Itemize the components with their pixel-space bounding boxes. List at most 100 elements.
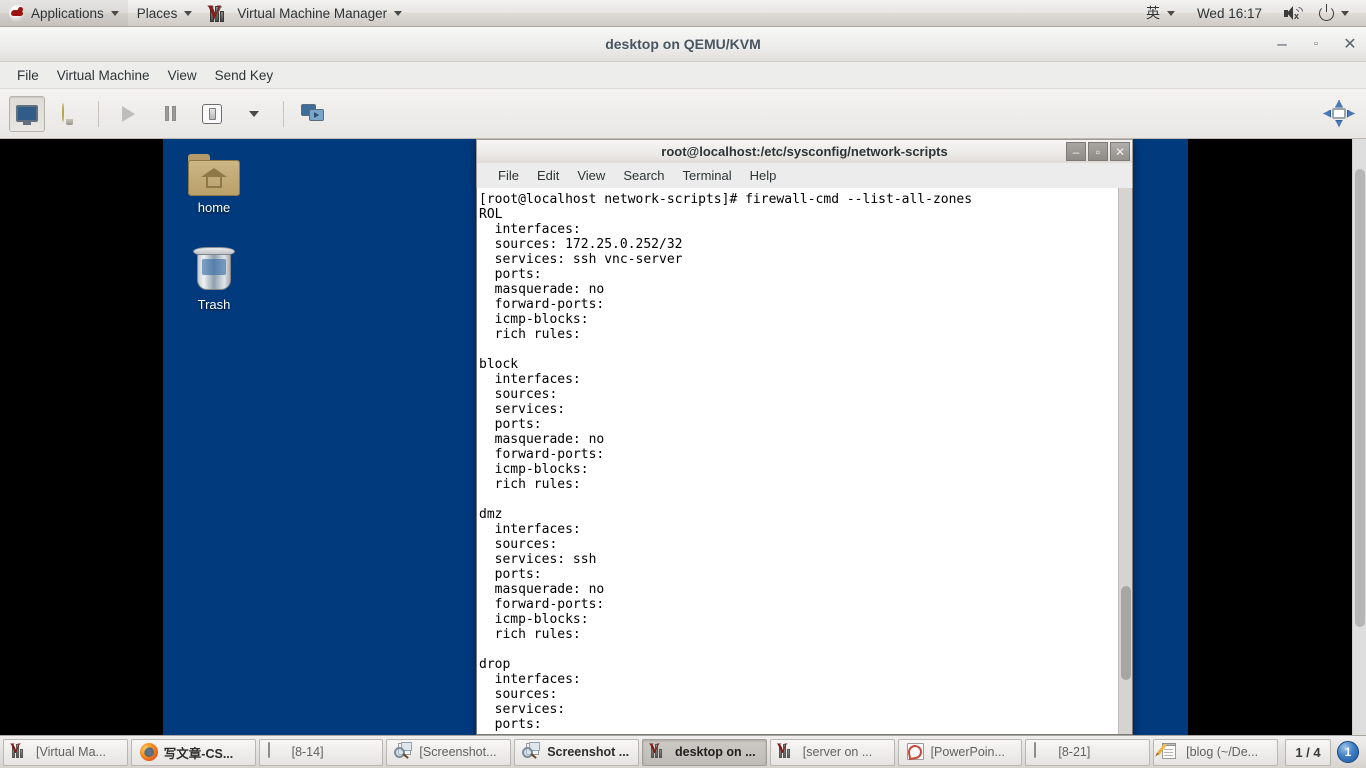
pause-button[interactable] — [152, 96, 188, 132]
trash-icon — [192, 247, 236, 293]
taskbar-item-label: [PowerPoin... — [930, 745, 1005, 759]
applications-menu[interactable]: Applications — [0, 0, 128, 26]
toolbar-separator — [283, 100, 284, 127]
terminal-menu-terminal[interactable]: Terminal — [674, 166, 741, 185]
workspace-badge[interactable]: 1 — [1336, 741, 1359, 763]
places-menu-label: Places — [136, 5, 178, 21]
clock[interactable]: Wed 16:17 — [1184, 0, 1275, 26]
guest-desktop[interactable]: home Trash root@localhost:/etc/sysconfig… — [163, 139, 1188, 735]
taskbar-item-server-on[interactable]: V [server on ... — [769, 738, 895, 766]
terminal-titlebar: root@localhost:/etc/sysconfig/network-sc… — [476, 139, 1133, 163]
lightbulb-icon — [61, 102, 77, 125]
gnome-bottom-taskbar: V [Virtual Ma... 写文章-CS... [8-14] [Scree… — [0, 735, 1366, 768]
places-menu[interactable]: Places — [128, 0, 202, 26]
shutdown-menu-button[interactable] — [236, 96, 272, 132]
taskbar-item-label: [Screenshot... — [419, 745, 497, 759]
taskbar-item-screenshot-2[interactable]: Screenshot ... — [514, 738, 639, 766]
terminal-menu-edit[interactable]: Edit — [528, 166, 568, 185]
input-method-label: 英 — [1145, 5, 1160, 21]
terminal-minimize-button[interactable]: – — [1066, 142, 1086, 161]
input-method-indicator[interactable]: 英 — [1137, 0, 1184, 26]
taskbar-item-label: [server on ... — [802, 745, 873, 759]
window-menu-virtual-machine-manager[interactable]: V Virtual Machine Manager — [201, 0, 411, 26]
resize-icon — [1323, 99, 1355, 128]
taskbar-item-label: desktop on ... — [674, 745, 756, 759]
terminal-menu-view[interactable]: View — [568, 166, 614, 185]
chevron-down-icon — [1166, 10, 1175, 16]
shutdown-icon — [202, 103, 222, 124]
taskbar-item-firefox[interactable]: 写文章-CS... — [130, 738, 256, 766]
play-icon — [121, 105, 135, 122]
vm-display-scrollbar-thumb[interactable] — [1355, 169, 1365, 627]
taskbar-item-label: [8-14] — [291, 745, 324, 759]
system-power-menu[interactable] — [1310, 0, 1358, 26]
console-view-button[interactable] — [9, 95, 45, 132]
powerpoint-icon — [906, 743, 925, 761]
menu-file[interactable]: File — [8, 65, 48, 86]
terminal-window-controls: – ▫ ✕ — [1066, 142, 1130, 161]
power-icon — [1319, 3, 1334, 21]
taskbar-item-desktop-on[interactable]: V desktop on ... — [641, 738, 767, 766]
vmm-window-controls: – ▫ ✕ — [1272, 27, 1360, 61]
chevron-down-icon — [110, 10, 119, 16]
folder-home-icon — [188, 154, 240, 196]
monitor-icon — [16, 105, 38, 125]
desktop-icon-home[interactable]: home — [171, 154, 257, 215]
taskbar-item-label: Screenshot ... — [547, 745, 630, 759]
taskbar-item-label: [blog (~/De... — [1186, 745, 1259, 759]
menu-virtual-machine[interactable]: Virtual Machine — [48, 65, 159, 86]
file-icon — [1034, 742, 1052, 761]
volume-indicator[interactable]: x — [1275, 0, 1310, 26]
close-button[interactable]: ✕ — [1340, 34, 1360, 54]
terminal-menubar: File Edit View Search Terminal Help — [476, 163, 1133, 188]
panel-left-group: Applications Places V Virtual Machine Ma… — [0, 0, 411, 26]
terminal-scrollbar[interactable] — [1118, 188, 1132, 734]
terminal-maximize-button[interactable]: ▫ — [1088, 142, 1108, 161]
panel-right-group: 英 Wed 16:17 x — [1137, 0, 1366, 26]
maximize-button[interactable]: ▫ — [1306, 34, 1326, 54]
taskbar-item-screenshot-1[interactable]: [Screenshot... — [386, 738, 512, 766]
shutdown-button[interactable] — [194, 96, 230, 132]
desktop-icon-trash-label: Trash — [197, 297, 231, 312]
vmm-icon: V — [649, 742, 669, 761]
vm-display-scrollbar[interactable] — [1352, 139, 1366, 735]
applications-menu-label: Applications — [31, 5, 104, 21]
terminal-scrollbar-thumb[interactable] — [1121, 586, 1131, 680]
run-button[interactable] — [110, 96, 146, 132]
taskbar-item-virtual-machine-manager[interactable]: V [Virtual Ma... — [3, 738, 128, 766]
vmm-menubar: File Virtual Machine View Send Key — [0, 62, 1366, 89]
terminal-menu-file[interactable]: File — [489, 166, 528, 185]
terminal-output: [root@localhost network-scripts]# firewa… — [479, 192, 973, 732]
resize-to-vm-button[interactable] — [1321, 96, 1357, 132]
window-menu-label: Virtual Machine Manager — [237, 5, 388, 21]
terminal-menu-help[interactable]: Help — [741, 166, 786, 185]
snapshots-button[interactable] — [295, 96, 331, 132]
chevron-down-icon — [249, 110, 259, 117]
taskbar-item-label: [8-21] — [1058, 745, 1091, 759]
taskbar-item-8-14[interactable]: [8-14] — [258, 738, 384, 766]
taskbar-item-powerpoint[interactable]: [PowerPoin... — [897, 738, 1023, 766]
toolbar-separator — [98, 100, 99, 127]
vmm-icon: V — [10, 742, 30, 761]
taskbar-item-label: [Virtual Ma... — [36, 745, 106, 759]
menu-send-key[interactable]: Send Key — [206, 65, 283, 86]
chevron-down-icon — [184, 10, 193, 16]
terminal-menu-search[interactable]: Search — [614, 166, 673, 185]
chevron-down-icon — [394, 10, 403, 16]
terminal-body[interactable]: [root@localhost network-scripts]# firewa… — [476, 188, 1133, 735]
taskbar-item-8-21[interactable]: [8-21] — [1025, 738, 1151, 766]
vm-display-area[interactable]: home Trash root@localhost:/etc/sysconfig… — [0, 139, 1366, 735]
virt-manager-window: desktop on QEMU/KVM – ▫ ✕ File Virtual M… — [0, 27, 1366, 735]
vmm-titlebar: desktop on QEMU/KVM – ▫ ✕ — [0, 27, 1366, 62]
volume-muted-icon: x — [1284, 4, 1305, 21]
workspace-pager[interactable]: 1 / 4 — [1284, 738, 1331, 766]
menu-view[interactable]: View — [159, 65, 206, 86]
gnome-top-panel: Applications Places V Virtual Machine Ma… — [0, 0, 1366, 27]
desktop-icon-trash[interactable]: Trash — [171, 247, 257, 312]
screenshot-icon — [394, 742, 413, 761]
taskbar-item-blog[interactable]: [blog (~/De... — [1153, 738, 1278, 766]
clock-label: Wed 16:17 — [1196, 5, 1262, 21]
terminal-close-button[interactable]: ✕ — [1110, 142, 1130, 161]
details-view-button[interactable] — [51, 96, 87, 132]
minimize-button[interactable]: – — [1272, 34, 1292, 54]
